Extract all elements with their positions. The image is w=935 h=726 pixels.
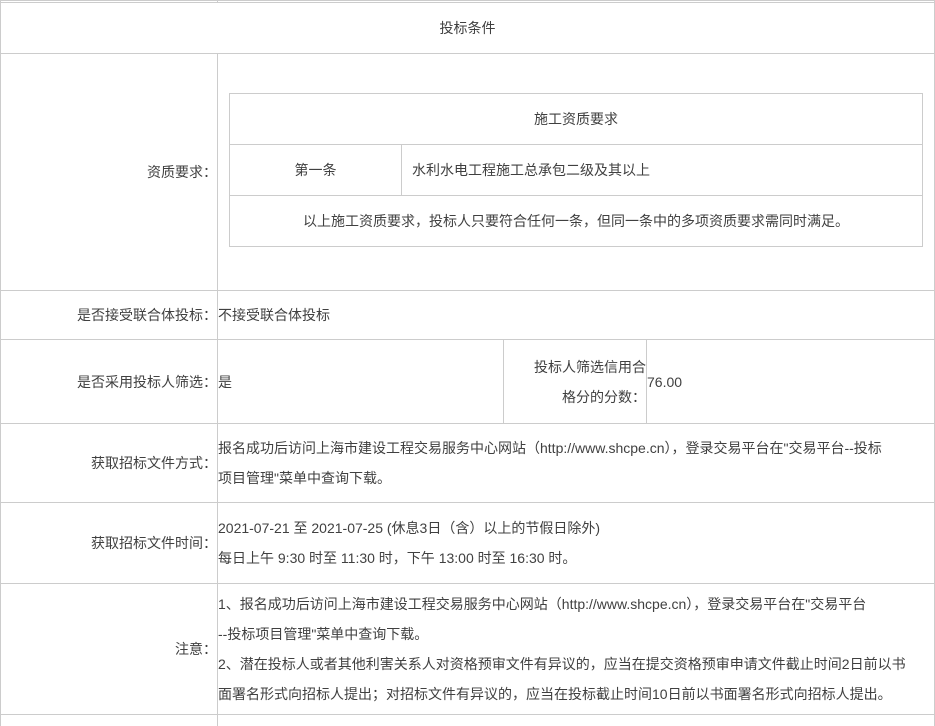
doc-method-label: 获取招标文件方式： [1, 424, 218, 503]
row-screening: 是否采用投标人筛选： 是 投标人筛选信用合 格分的分数： 76.00 [1, 340, 935, 424]
construction-qualification-table: 施工资质要求 第一条 水利水电工程施工总承包二级及其以上 以上施工资质要求，投标… [229, 93, 923, 247]
notice-line: --投标项目管理"菜单中查询下载。 [218, 619, 934, 649]
notice-line: 2、潜在投标人或者其他利害关系人对资格预审文件有异议的，应当在提交资格预审申请文… [218, 649, 934, 679]
doc-method-line: 项目管理"菜单中查询下载。 [218, 463, 934, 493]
qualification-label: 资质要求： [1, 54, 218, 291]
qualification-value-cell: 施工资质要求 第一条 水利水电工程施工总承包二级及其以上 以上施工资质要求，投标… [218, 54, 935, 291]
doc-time-label: 获取招标文件时间： [1, 503, 218, 584]
row-doc-time: 获取招标文件时间： 2021-07-21 至 2021-07-25 (休息3日（… [1, 503, 935, 584]
sliver-label-cell [1, 715, 218, 726]
notice-line: 1、报名成功后访问上海市建设工程交易服务中心网站（http://www.shcp… [218, 589, 934, 619]
row-doc-method: 获取招标文件方式： 报名成功后访问上海市建设工程交易服务中心网站（http://… [1, 424, 935, 503]
nested-header-row: 施工资质要求 [230, 94, 923, 145]
section-title: 投标条件 [1, 3, 935, 54]
nested-item-text: 水利水电工程施工总承包二级及其以上 [402, 145, 923, 196]
nested-footer-row: 以上施工资质要求，投标人只要符合任何一条，但同一条中的多项资质要求需同时满足。 [230, 196, 923, 247]
notice-label: 注意： [1, 584, 218, 715]
row-notice: 注意： 1、报名成功后访问上海市建设工程交易服务中心网站（http://www.… [1, 584, 935, 715]
next-row-sliver [1, 715, 935, 726]
nested-item-number: 第一条 [230, 145, 402, 196]
screening-label: 是否采用投标人筛选： [1, 340, 218, 424]
nested-item-row: 第一条 水利水电工程施工总承包二级及其以上 [230, 145, 923, 196]
screening-value: 是 [218, 340, 504, 424]
screening-score-label: 投标人筛选信用合 格分的分数： [504, 340, 647, 424]
notice-line: 面署名形式向招标人提出；对招标文件有异议的，应当在投标截止时间10日前以书面署名… [218, 679, 934, 709]
screening-score-value: 76.00 [647, 340, 935, 424]
doc-method-value: 报名成功后访问上海市建设工程交易服务中心网站（http://www.shcpe.… [218, 424, 935, 503]
section-header-row: 投标条件 [1, 3, 935, 54]
consortium-label: 是否接受联合体投标： [1, 291, 218, 340]
doc-method-line: 报名成功后访问上海市建设工程交易服务中心网站（http://www.shcpe.… [218, 433, 934, 463]
row-qualification: 资质要求： 施工资质要求 第一条 水 [1, 54, 935, 291]
consortium-value: 不接受联合体投标 [218, 291, 935, 340]
row-consortium: 是否接受联合体投标： 不接受联合体投标 [1, 291, 935, 340]
nested-footer-note: 以上施工资质要求，投标人只要符合任何一条，但同一条中的多项资质要求需同时满足。 [230, 196, 923, 247]
doc-time-line: 每日上午 9:30 时至 11:30 时，下午 13:00 时至 16:30 时… [218, 543, 934, 573]
bidding-conditions-page: 投标条件 资质要求： 施工资质要求 [0, 0, 935, 726]
nested-table-title: 施工资质要求 [230, 94, 923, 145]
screening-score-label-line: 格分的分数： [504, 382, 646, 412]
doc-time-value: 2021-07-21 至 2021-07-25 (休息3日（含）以上的节假日除外… [218, 503, 935, 584]
sliver-value-cell [218, 715, 935, 726]
bidding-conditions-table: 投标条件 资质要求： 施工资质要求 [0, 0, 935, 726]
doc-time-line: 2021-07-21 至 2021-07-25 (休息3日（含）以上的节假日除外… [218, 513, 934, 543]
screening-score-label-line: 投标人筛选信用合 [504, 352, 646, 382]
notice-value: 1、报名成功后访问上海市建设工程交易服务中心网站（http://www.shcp… [218, 584, 935, 715]
